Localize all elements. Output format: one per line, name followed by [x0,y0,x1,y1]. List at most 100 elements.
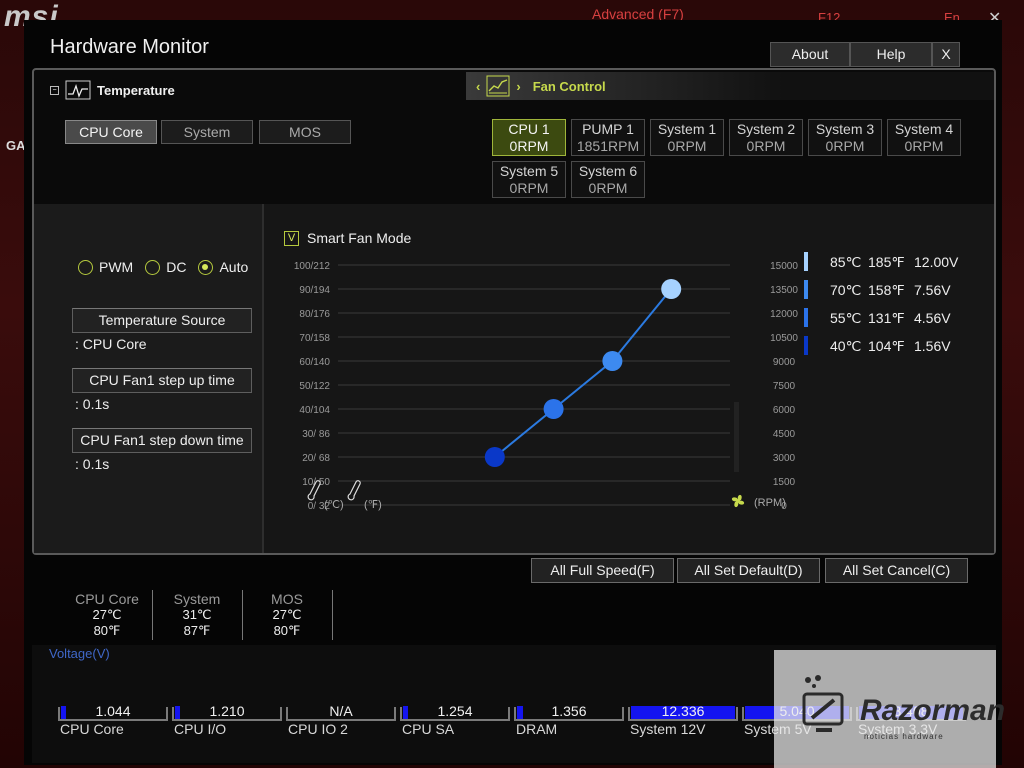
thermometer-graph-icon [65,80,91,100]
fan-rpm: 0RPM [667,138,707,154]
temp-readout-cpu-core: CPU Core 27℃ 80℉ [66,591,148,639]
voltage-value: 1.044 [95,703,131,719]
chart-grid [338,264,730,506]
fan-rpm: 0RPM [588,180,628,196]
fan-curve-point[interactable] [543,399,564,419]
radio-pwm-label: PWM [99,259,134,275]
y-right-tick-label: 15000 [770,261,798,272]
fan-rpm: 0RPM [825,138,865,154]
fan-tile-system1[interactable]: System 1 0RPM [650,119,724,156]
fan-name: PUMP 1 [582,121,634,137]
smart-fan-mode-toggle[interactable]: V Smart Fan Mode [284,230,411,246]
rpm-scroll-track[interactable] [734,402,739,472]
all-set-cancel-button[interactable]: All Set Cancel(C) [825,558,968,583]
fan-name: System 5 [499,163,559,179]
y-left-tick-label: 50/122 [299,381,330,392]
y-right-tick-label: 7500 [773,381,796,392]
step-down-time-value: : 0.1s [75,456,110,472]
voltage-value: 1.210 [209,703,245,719]
fan-curve-point[interactable] [484,447,505,467]
tab-mos[interactable]: MOS [259,120,351,144]
legend-celsius: 70℃ [830,282,862,298]
fan-tile-system4[interactable]: System 4 0RPM [887,119,961,156]
temp-readout-fahrenheit: 87℉ [183,623,211,638]
chevron-right-icon[interactable]: › [516,79,520,94]
fan-curve-area: PWM DC Auto Temperature Source : CPU Cor… [34,204,994,553]
legend-fahrenheit: 185℉ [868,254,905,270]
y-right-tick-label: 13500 [770,285,798,296]
watermark: Razorman noticias hardware [774,650,1005,768]
fan-tile-system5[interactable]: System 5 0RPM [492,161,566,198]
radio-auto[interactable] [198,259,214,275]
rpm-unit-label: (RPM) [754,497,786,509]
about-button[interactable]: About [770,42,850,67]
fan-tile-cpu1[interactable]: CPU 1 0RPM [492,119,566,156]
all-full-speed-button[interactable]: All Full Speed(F) [531,558,674,583]
fan-rpm: 1851RPM [576,138,640,154]
tab-cpu-core[interactable]: CPU Core [65,120,157,144]
fan-tile-system2[interactable]: System 2 0RPM [729,119,803,156]
legend-row: 40℃ 104℉ 1.56V [804,336,994,356]
game-boost-label: GA [6,138,26,153]
legend-voltage: 7.56V [914,282,951,298]
fan-curve-chart[interactable]: 100/212 15000 90/194 13500 80/176 12000 70/158… [264,204,804,553]
radio-dc[interactable] [145,259,161,275]
fan-name: System 2 [736,121,796,137]
close-button[interactable]: X [932,42,960,67]
temp-readout-celsius: 27℃ [272,607,302,622]
fahrenheit-unit-label: (℉) [364,499,382,511]
temperature-section-title: Temperature [97,82,175,98]
radio-pwm[interactable] [78,259,93,275]
voltage-bar: N/A [286,703,396,721]
legend-color-swatch [804,308,808,327]
fan-name: System 1 [657,121,717,137]
collapse-icon[interactable]: − [50,85,59,95]
legend-voltage: 1.56V [914,338,951,354]
thermometer-f-icon [347,480,361,501]
y-right-tick-label: 1500 [773,477,796,488]
fan-tile-system6[interactable]: System 6 0RPM [571,161,645,198]
tab-system[interactable]: System [161,120,253,144]
fan-curve-point[interactable] [661,279,682,299]
y-right-tick-label: 12000 [770,309,798,320]
voltage-label: System 12V [630,721,706,737]
voltage-bar: 12.336 [628,703,738,721]
legend-celsius: 40℃ [830,338,862,354]
fan-rpm: 0RPM [746,138,786,154]
temperature-section-header: − Temperature [50,80,175,100]
all-set-default-button[interactable]: All Set Default(D) [677,558,820,583]
y-right-tick-label: 10500 [770,333,798,344]
temperature-source-button[interactable]: Temperature Source [72,308,252,333]
step-up-time-button[interactable]: CPU Fan1 step up time [72,368,252,393]
temp-divider [152,590,153,640]
fan-tile-system3[interactable]: System 3 0RPM [808,119,882,156]
voltage-label: CPU I/O [174,721,227,737]
fan-curve-points [484,279,682,467]
fan-name: System 4 [894,121,954,137]
temp-divider [242,590,243,640]
fan-name: CPU 1 [508,121,550,137]
y-left-tick-label: 30/ 86 [302,429,330,440]
step-down-time-button[interactable]: CPU Fan1 step down time [72,428,252,453]
chart-ticks: 100/212 15000 90/194 13500 80/176 12000 70/158… [294,261,798,512]
legend-fahrenheit: 104℉ [868,338,905,354]
smart-fan-checkbox[interactable]: V [284,230,299,246]
radio-auto-label: Auto [219,259,249,275]
legend-color-swatch [804,280,808,299]
radio-dc-label: DC [166,259,187,275]
temp-readout-name: CPU Core [75,591,139,607]
fan-curve-point[interactable] [602,351,623,371]
temp-divider [332,590,333,640]
fan-settings-pane: PWM DC Auto Temperature Source : CPU Cor… [34,204,264,553]
temp-readout-mos: MOS 27℃ 80℉ [247,591,327,639]
fan-rpm: 0RPM [509,180,549,196]
fan-icon [731,494,745,508]
chevron-left-icon[interactable]: ‹ [476,79,480,94]
help-button[interactable]: Help [850,42,932,67]
legend-fahrenheit: 158℉ [868,282,905,298]
temp-readout-celsius: 31℃ [182,607,212,622]
voltage-value: 12.336 [661,703,705,719]
rpm-unit: (RPM) [731,494,786,509]
fan-tile-pump1[interactable]: PUMP 1 1851RPM [571,119,645,156]
fan-mode-radio-group: PWM DC Auto [78,259,248,275]
